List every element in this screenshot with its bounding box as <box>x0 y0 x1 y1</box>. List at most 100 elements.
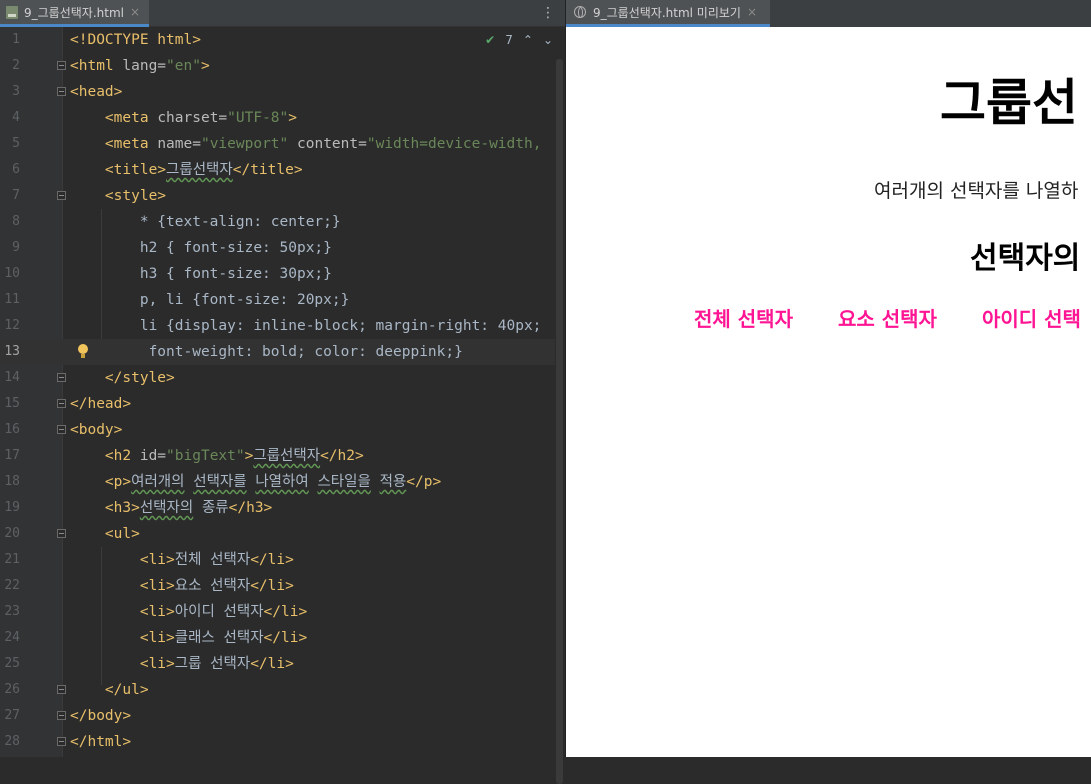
fold-marker-icon[interactable] <box>57 685 66 694</box>
line-number: 20 <box>4 526 20 541</box>
line-number: 9 <box>12 240 20 255</box>
code-token: <li> <box>139 604 175 620</box>
code-token: 그룹선택자 <box>166 162 233 178</box>
code-token: <html <box>70 58 123 74</box>
code-line[interactable]: 10 h3 { font-size: 30px;} <box>0 261 555 287</box>
code-line[interactable]: 5 <meta name="viewport" content="width=d… <box>0 131 555 157</box>
rendered-list: 전체 선택자 요소 선택자 아이디 선택 <box>694 303 1091 332</box>
code-text: <li>그룹 선택자</li> <box>70 651 294 677</box>
fold-marker-icon[interactable] <box>57 191 66 200</box>
code-line[interactable]: 7 <style> <box>0 183 555 209</box>
code-token: </li> <box>263 604 308 620</box>
code-line[interactable]: 1 <!DOCTYPE html> <box>0 27 555 53</box>
rendered-list-item: 아이디 선택 <box>981 307 1081 331</box>
fold-marker-icon[interactable] <box>57 737 66 746</box>
code-token: "en" <box>166 58 201 74</box>
code-line[interactable]: 24 <li>클래스 선택자</li> <box>0 625 555 651</box>
code-token: <body> <box>70 422 123 438</box>
preview-tab[interactable]: 9_그룹선택자.html 미리보기 × <box>566 0 770 27</box>
vertical-scrollbar[interactable] <box>556 59 563 784</box>
chevron-down-icon[interactable]: ⌄ <box>543 33 553 47</box>
code-token: font-weight: bold; color: deeppink;} <box>70 344 463 360</box>
rendered-list-item: 전체 선택자 <box>694 307 793 331</box>
code-token: <li> <box>139 656 175 672</box>
code-token: 종류 <box>193 500 229 516</box>
fold-marker-icon[interactable] <box>57 61 66 70</box>
line-number: 8 <box>12 214 20 229</box>
close-icon[interactable]: × <box>130 5 140 19</box>
code-token: </style> <box>104 370 175 386</box>
code-token: <ul> <box>104 526 140 542</box>
code-token: content= <box>288 136 367 152</box>
line-number: 6 <box>12 162 20 177</box>
code-line[interactable]: 3 <head> <box>0 79 555 105</box>
fold-marker-icon[interactable] <box>57 373 66 382</box>
chevron-up-icon[interactable]: ⌃ <box>523 33 533 47</box>
code-line[interactable]: 27 </body> <box>0 703 555 729</box>
code-text: <h3>선택자의 종류</h3> <box>70 495 272 521</box>
code-token: </ul> <box>104 682 149 698</box>
code-text: * {text-align: center;} <box>70 209 341 235</box>
rendered-page: 그룹선 여러개의 선택자를 나열하 선택자의 전체 선택자 요소 선택자 아이디 선… <box>566 27 1091 757</box>
code-line[interactable]: 14 </style> <box>0 365 555 391</box>
code-token: 전체 선택자 <box>174 552 251 568</box>
line-number: 13 <box>4 344 20 359</box>
code-line[interactable]: 12 li {display: inline-block; margin-rig… <box>0 313 555 339</box>
globe-icon <box>574 6 586 18</box>
code-token: </li> <box>250 552 294 568</box>
code-token: 선택자를 <box>193 474 247 490</box>
code-text: <li>전체 선택자</li> <box>70 547 294 573</box>
code-line[interactable]: 28 </html> <box>0 729 555 755</box>
line-number: 25 <box>4 656 20 671</box>
code-text: <style> <box>70 183 166 209</box>
code-line[interactable]: 13 font-weight: bold; color: deeppink;} <box>0 339 555 365</box>
code-line[interactable]: 19 <h3>선택자의 종류</h3> <box>0 495 555 521</box>
line-number: 18 <box>4 474 20 489</box>
editor-file-tab[interactable]: 9_그룹선택자.html × <box>0 0 149 27</box>
fold-marker-icon[interactable] <box>57 711 66 720</box>
line-number: 21 <box>4 552 20 567</box>
code-line[interactable]: 8 * {text-align: center;} <box>0 209 555 235</box>
html-file-icon <box>6 5 18 19</box>
inspection-widget[interactable]: ✔ 7 ⌃ ⌄ <box>485 32 553 48</box>
code-line[interactable]: 4 <meta charset="UTF-8"> <box>0 105 555 131</box>
code-line[interactable]: 25 <li>그룹 선택자</li> <box>0 651 555 677</box>
code-line[interactable]: 2 <html lang="en"> <box>0 53 555 79</box>
code-token: > <box>288 110 297 126</box>
fold-marker-icon[interactable] <box>57 425 66 434</box>
code-line[interactable]: 9 h2 { font-size: 50px;} <box>0 235 555 261</box>
fold-marker-icon[interactable] <box>57 87 66 96</box>
code-line[interactable]: 21 <li>전체 선택자</li> <box>0 547 555 573</box>
code-editor-pane: 9_그룹선택자.html × ⋮ 1 <!DOCTYPE html> 2 <html … <box>0 0 565 784</box>
code-line[interactable]: 20 <ul> <box>0 521 555 547</box>
code-text: <p>여러개의 선택자를 나열하여 스타일을 적용</p> <box>70 469 441 495</box>
fold-marker-icon[interactable] <box>57 529 66 538</box>
code-line[interactable]: 26 </ul> <box>0 677 555 703</box>
code-token: 그룹선택자 <box>253 448 321 464</box>
code-token: </li> <box>263 630 308 646</box>
code-line[interactable]: 23 <li>아이디 선택자</li> <box>0 599 555 625</box>
code-line[interactable]: 15 </head> <box>0 391 555 417</box>
code-line[interactable]: 17 <h2 id="bigText">그룹선택자</h2> <box>0 443 555 469</box>
code-text: </body> <box>70 703 131 729</box>
code-area[interactable]: 1 <!DOCTYPE html> 2 <html lang="en"> 3 <head>… <box>0 27 565 784</box>
preview-tab-title: 9_그룹선택자.html 미리보기 <box>593 5 741 20</box>
code-text: font-weight: bold; color: deeppink;} <box>70 339 463 365</box>
close-icon[interactable]: × <box>747 5 757 19</box>
more-options-icon[interactable]: ⋮ <box>541 5 555 21</box>
code-line[interactable]: 6 <title>그룹선택자</title> <box>0 157 555 183</box>
fold-marker-icon[interactable] <box>57 399 66 408</box>
code-line[interactable]: 16 <body> <box>0 417 555 443</box>
line-number: 23 <box>4 604 20 619</box>
code-token: "bigText" <box>166 448 245 464</box>
checkmark-icon: ✔ <box>485 33 496 47</box>
code-line[interactable]: 11 p, li {font-size: 20px;} <box>0 287 555 313</box>
code-token: "viewport" <box>200 136 289 152</box>
code-line[interactable]: 18 <p>여러개의 선택자를 나열하여 스타일을 적용</p> <box>0 469 555 495</box>
code-line[interactable]: 22 <li>요소 선택자</li> <box>0 573 555 599</box>
code-token: <h2 <box>104 448 140 464</box>
